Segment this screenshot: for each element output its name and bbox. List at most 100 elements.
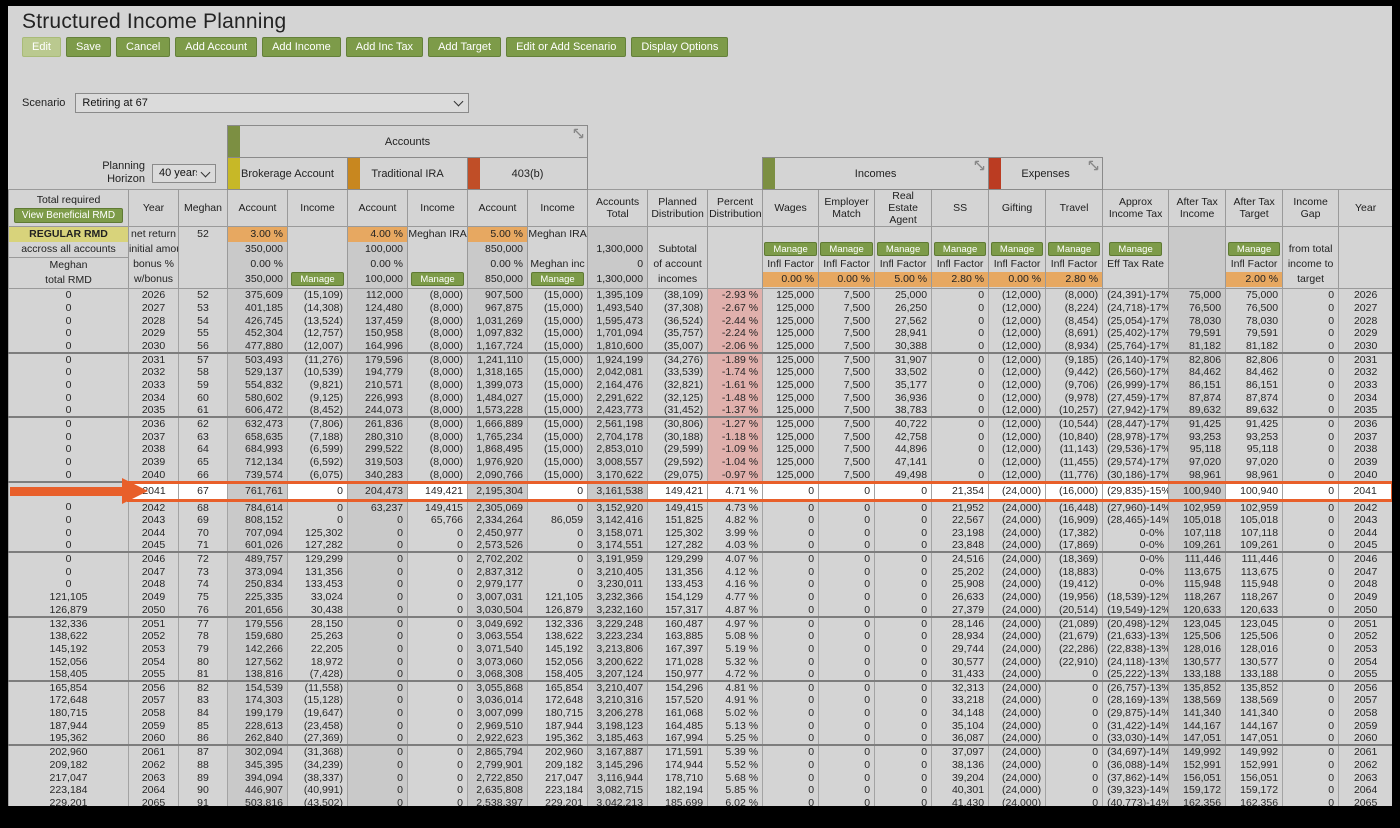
header-income-6: Income — [407, 188, 469, 228]
scenario-select[interactable]: Retiring at 67 — [75, 93, 470, 113]
app-window: Structured Income Planning Edit Save Cance… — [8, 6, 1392, 806]
planning-table-container: Accounts Planning Horizon 40 years Brokerag… — [8, 125, 1392, 806]
header-year-22: Year — [1338, 188, 1392, 228]
toolbar-button-edit-or-add-scenario[interactable]: Edit or Add Scenario — [506, 37, 627, 57]
manage-button[interactable]: Manage — [933, 242, 987, 257]
table-row-highlighted: 0 2041 67 761,761 0 204,473 149,421 2,195,304 0 3… — [8, 480, 1392, 502]
scenario-label: Scenario — [22, 97, 66, 109]
toolbar-button-add-account[interactable]: Add Account — [175, 37, 258, 57]
table-row: 138,622 2052 78 159,680 25,263 0 0 3,063,554 138… — [8, 629, 1392, 643]
table-row: 0 2029 55 452,304 (12,757) 150,958 (8,000) 1,09… — [8, 327, 1392, 340]
group-accounts: Accounts — [227, 125, 589, 158]
table-row: 0 2031 57 503,493 (11,276) 179,596 (8,000) 1,24… — [8, 352, 1392, 366]
table-row: 0 2039 65 712,134 (6,592) 319,503 (8,000) 1,976… — [8, 455, 1392, 469]
table-row: 145,192 2053 79 142,266 22,205 0 0 3,071,540 145… — [8, 642, 1392, 656]
table-row: 0 2032 58 529,137 (10,539) 194,779 (8,000) 1,31… — [8, 365, 1392, 379]
planning-horizon: Planning Horizon 40 years — [10, 160, 227, 186]
header-approx-income-tax-18: Approx Income Tax — [1102, 188, 1170, 228]
table-row: 187,944 2059 85 228,613 (23,458) 0 0 2,969,510 1… — [8, 719, 1392, 733]
header-real-estate-agent-14: Real Estate Agent — [874, 188, 933, 228]
manage-button[interactable]: Manage — [764, 242, 817, 257]
header-meghan-2: Meghan — [177, 188, 229, 228]
group-header-row: Accounts — [9, 125, 1393, 158]
table-row: 0 2044 70 707,094 125,302 0 0 2,450,977 0 3,158,0… — [8, 526, 1392, 540]
group-traditional-ira: Traditional IRA — [347, 157, 469, 190]
collapse-icon[interactable] — [1088, 160, 1099, 174]
header-gifting-16: Gifting — [988, 188, 1047, 228]
manage-button[interactable]: Manage — [1047, 242, 1101, 257]
manage-button[interactable]: Manage — [531, 272, 584, 287]
manage-button[interactable]: Manage — [1109, 242, 1162, 257]
collapse-icon[interactable] — [573, 128, 584, 142]
toolbar-button-edit[interactable]: Edit — [22, 37, 61, 57]
header-wages-12: Wages — [762, 188, 820, 228]
table-row: 0 2028 54 426,745 (13,524) 137,459 (8,000) 1,03… — [8, 314, 1392, 328]
header-total-required: Total required View Beneficial RMD — [8, 188, 129, 228]
group-color-tab — [989, 158, 1002, 189]
table-row: 202,960 2061 87 302,094 (31,368) 0 0 2,865,794 2… — [8, 745, 1392, 759]
table-row: 0 2047 73 373,094 131,356 0 0 2,837,312 0 3,210,4… — [8, 565, 1392, 579]
table-row: 165,854 2056 82 154,539 (11,558) 0 0 3,055,868 1… — [8, 681, 1392, 695]
table-row: 0 2037 63 658,635 (7,188) 280,310 (8,000) 1,765… — [8, 430, 1392, 444]
toolbar-button-save[interactable]: Save — [65, 37, 112, 57]
header-account-3: Account — [227, 188, 289, 228]
group-incomes: Incomes — [762, 157, 990, 190]
header-income-4: Income — [287, 188, 349, 228]
toolbar: Edit Save Cancel Add Account Add Income Add I… — [22, 37, 1392, 59]
manage-button[interactable]: Manage — [820, 242, 873, 257]
header-income-gap-21: Income Gap — [1282, 188, 1340, 228]
setup-row: REGULAR RMD accross all accounts Meghan tot… — [8, 226, 1392, 290]
header-percent-distribution-11: Percent Distribution — [707, 188, 764, 228]
header-account-5: Account — [347, 188, 409, 228]
manage-button[interactable]: Manage — [990, 242, 1044, 257]
toolbar-button-cancel[interactable]: Cancel — [116, 37, 171, 57]
group-brokerage-account: Brokerage Account — [227, 157, 349, 190]
table-row: 180,715 2058 84 199,179 (19,647) 0 0 3,007,099 1… — [8, 706, 1392, 720]
table-row: 132,336 2051 77 179,556 28,150 0 0 3,049,692 132… — [8, 616, 1392, 630]
table-row: 0 2027 53 401,185 (14,308) 124,480 (8,000) 967,… — [8, 301, 1392, 315]
table-row: 0 2030 56 477,880 (12,007) 164,996 (8,000) 1,16… — [8, 339, 1392, 354]
planning-table: Accounts Planning Horizon 40 years Brokerag… — [8, 125, 1392, 806]
table-row: 121,105 2049 75 225,335 33,024 0 0 3,007,031 121… — [8, 590, 1392, 604]
table-row: 223,184 2064 90 446,907 (40,991) 0 0 2,635,808 2… — [8, 784, 1392, 797]
table-row: 0 2034 60 580,602 (9,125) 226,993 (8,000) 1,484… — [8, 391, 1392, 405]
toolbar-button-add-inc-tax[interactable]: Add Inc Tax — [345, 37, 424, 57]
column-header-row: Total required View Beneficial RMD Year Meg… — [8, 188, 1392, 228]
group-403-b: 403(b) — [467, 157, 589, 190]
header-after-tax-income-19: After Tax Income — [1168, 188, 1227, 228]
table-row: 0 2026 52 375,609 (15,109) 112,000 (8,000) 907,… — [8, 288, 1392, 302]
planning-horizon-select[interactable]: 40 years — [152, 163, 217, 183]
group-color-tab — [228, 158, 241, 189]
table-row: 0 2035 61 606,472 (8,452) 244,073 (8,000) 1,573… — [8, 404, 1392, 419]
group-expenses: Expenses — [988, 157, 1104, 190]
header-year-1: Year — [128, 188, 179, 228]
manage-button[interactable]: Manage — [876, 242, 930, 257]
header-employer-match-13: Employer Match — [818, 188, 876, 228]
scenario-select-wrap: Retiring at 67 — [75, 93, 470, 113]
manage-button[interactable]: Manage — [1227, 242, 1281, 257]
view-beneficial-rmd-button[interactable]: View Beneficial RMD — [13, 207, 124, 223]
header-income-8: Income — [527, 188, 589, 228]
manage-button[interactable]: Manage — [411, 272, 464, 287]
table-row: 126,879 2050 76 201,656 30,438 0 0 3,030,504 126… — [8, 603, 1392, 618]
planning-horizon-label: Planning Horizon — [102, 160, 146, 186]
table-row: 0 2043 69 808,152 0 0 65,766 2,334,264 86,059 3,1… — [8, 513, 1392, 527]
header-planned-distribution-10: Planned Distribution — [647, 188, 709, 228]
group-color-tab — [348, 158, 361, 189]
toolbar-button-add-target[interactable]: Add Target — [428, 37, 502, 57]
table-row: 152,056 2054 80 127,562 18,972 0 0 3,073,060 152… — [8, 655, 1392, 669]
app-title: Structured Income Planning — [22, 10, 287, 33]
scenario-row: Scenario Retiring at 67 — [22, 93, 1392, 113]
table-row: 158,405 2055 81 138,816 (7,428) 0 0 3,068,308 15… — [8, 668, 1392, 683]
collapse-icon[interactable] — [974, 160, 985, 174]
table-row: 0 2040 66 739,574 (6,075) 340,283 (8,000) 2,090… — [8, 468, 1392, 484]
table-row: 0 2033 59 554,832 (9,821) 210,571 (8,000) 1,399… — [8, 378, 1392, 392]
table-row: 229,201 2065 91 503,816 (43,502) 0 0 2,538,397 2… — [8, 796, 1392, 806]
toolbar-button-add-income[interactable]: Add Income — [262, 37, 341, 57]
table-row: 0 2036 62 632,473 (7,806) 261,836 (8,000) 1,666… — [8, 417, 1392, 431]
table-row: 0 2048 74 250,834 133,453 0 0 2,979,177 0 3,230,0… — [8, 578, 1392, 591]
manage-button[interactable]: Manage — [291, 272, 344, 287]
table-row: 0 2038 64 684,993 (6,599) 299,522 (8,000) 1,868… — [8, 443, 1392, 456]
toolbar-button-display-options[interactable]: Display Options — [631, 37, 729, 57]
table-row: 195,362 2060 86 262,840 (27,369) 0 0 2,922,623 1… — [8, 732, 1392, 747]
